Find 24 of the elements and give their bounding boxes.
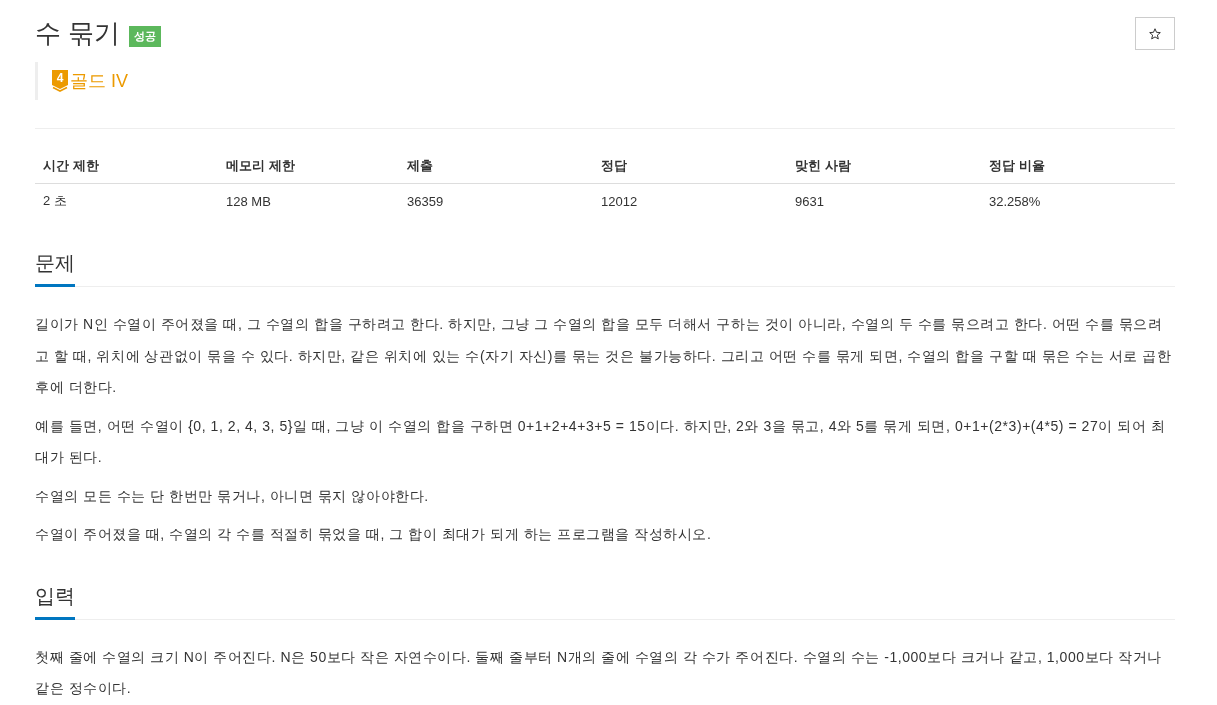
- paragraph: 수열의 모든 수는 단 한번만 묶거나, 아니면 묶지 않아야한다.: [35, 486, 430, 506]
- column-header: 맞힌 사람: [794, 157, 852, 175]
- tier-badge: 4: [52, 70, 68, 92]
- column-header: 메모리 제한: [225, 157, 296, 175]
- table-cell-text: 32.258%: [988, 192, 1042, 211]
- paragraph: 수열이 주어졌을 때, 수열의 각 수를 적절히 묶었을 때, 그 합이 최대가 되게 하는 프로그램을 작성하시오.: [35, 525, 713, 544]
- column-header: 정답 비율: [988, 157, 1046, 175]
- paragraph: 첫째 줄에 수열의 크기 N이 주어진다. N은 50보다 작은 자연수이다. 둘째 줄부터 N개의 줄에 수열의 각 수가 주어진다. 수열의 수는 -1,000보다 크거나 같고, 1,000보다 작거나 같은 정수이다.: [35, 647, 1163, 698]
- section-heading: 입력: [35, 582, 75, 620]
- table-cell-text: 12012: [600, 192, 639, 211]
- tier-link[interactable]: 골드 IV: [70, 70, 128, 92]
- star-button[interactable]: [1135, 17, 1175, 50]
- column-header: 제출: [406, 157, 434, 175]
- section-heading: 문제: [35, 250, 75, 287]
- table-cell-text: 128 MB: [225, 192, 272, 211]
- paragraph: 길이가 N인 수열이 주어졌을 때, 그 수열의 합을 구하려고 한다. 하지만, 그냥 그 수열의 합을 모두 더해서 구하는 것이 아니라, 수열의 두 수를 묶으려고 한다. 어떤 수를 묶으려고 할 때, 위치에 상관없이 묶을 수 있다. 하지만, 같은 위치에 있는 수(자기 자신)를 묶는 것은 불가능하다. 그리고 어떤 수를 묶게 되면, 수열의 합을 구할 때 묶은 수는 서로 곱한 후에 더한다.: [35, 315, 1173, 397]
- table-cell-text: 2 초: [42, 192, 68, 210]
- column-header: 정답: [600, 157, 628, 175]
- problem-title: 수 묶기: [35, 17, 121, 50]
- column-header: 시간 제한: [42, 157, 100, 175]
- table-cell-text: 36359: [406, 192, 445, 211]
- table-cell-text: 9631: [794, 192, 825, 211]
- status-badge: 성공: [129, 25, 162, 47]
- paragraph: 예를 들면, 어떤 수열이 {0, 1, 2, 4, 3, 5}일 때, 그냥 이 수열의 합을 구하면 0+1+2+4+3+5 = 15이다. 하지만, 2와 3을 묶고, 4와 5를 묶게 되면, 0+1+(2*3)+(4*5) = 27이 되어 최대가 된다.: [35, 416, 1167, 467]
